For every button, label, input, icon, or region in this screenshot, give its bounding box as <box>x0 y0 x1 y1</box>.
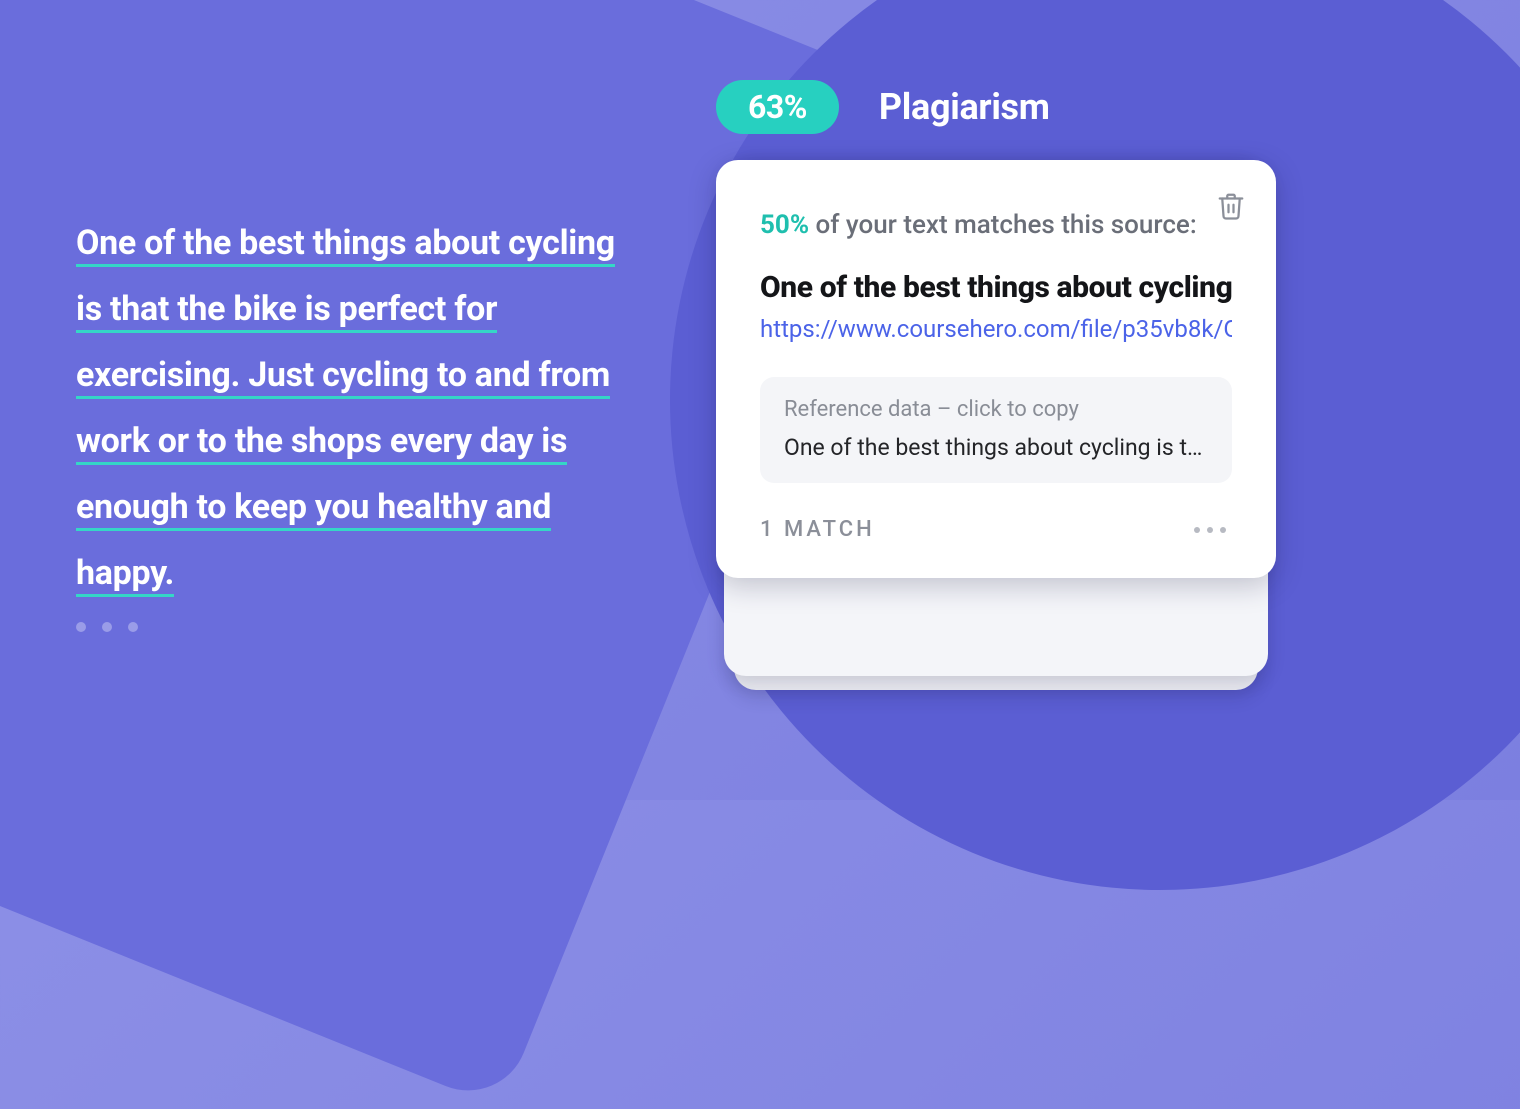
pager-dots[interactable] <box>76 622 138 632</box>
overall-percent-badge: 63% <box>716 80 839 134</box>
dot-icon <box>1207 527 1213 533</box>
match-snippet-title: One of the best things about cycling is <box>760 270 1232 305</box>
delete-button[interactable] <box>1216 190 1246 226</box>
result-header: 63% Plagiarism <box>716 80 1050 134</box>
highlighted-text: One of the best things about cycling is … <box>76 223 615 597</box>
dot-icon <box>1194 527 1200 533</box>
pager-dot[interactable] <box>76 622 86 632</box>
match-count-label: 1 MATCH <box>760 517 875 542</box>
trash-icon <box>1216 190 1246 222</box>
match-card: 50% of your text matches this source: On… <box>716 160 1276 578</box>
dot-icon <box>1220 527 1226 533</box>
match-percent-suffix: of your text matches this source: <box>809 210 1197 240</box>
sample-text-block: One of the best things about cycling is … <box>76 210 646 606</box>
result-card-stack: 50% of your text matches this source: On… <box>716 160 1276 578</box>
pager-dot[interactable] <box>102 622 112 632</box>
match-percent-line: 50% of your text matches this source: <box>760 210 1232 240</box>
pager-dot[interactable] <box>128 622 138 632</box>
reference-copy-box[interactable]: Reference data – click to copy One of th… <box>760 377 1232 483</box>
card-footer: 1 MATCH <box>760 517 1232 542</box>
match-percent-value: 50% <box>760 210 809 240</box>
source-url-link[interactable]: https://www.coursehero.com/file/p35vb8k/… <box>760 315 1232 343</box>
reference-label: Reference data – click to copy <box>784 397 1208 422</box>
more-options-button[interactable] <box>1188 521 1232 539</box>
reference-text: One of the best things about cycling is … <box>784 434 1208 461</box>
result-title: Plagiarism <box>879 86 1050 128</box>
